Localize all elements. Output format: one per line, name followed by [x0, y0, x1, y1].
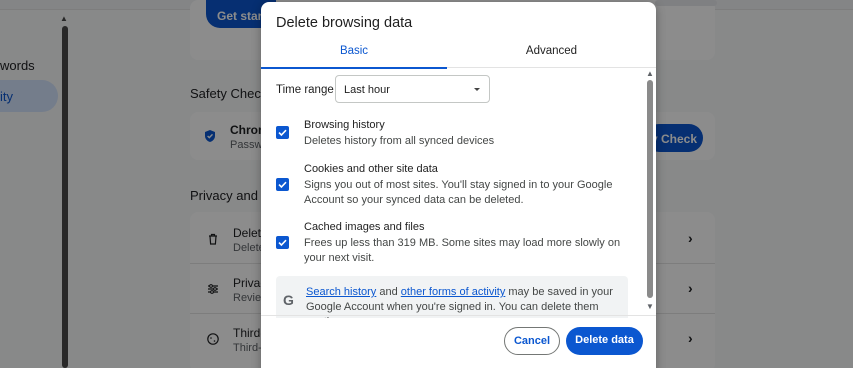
option-title: Cookies and other site data [304, 163, 438, 175]
dropdown-caret-icon [474, 88, 480, 91]
time-range-value: Last hour [344, 84, 390, 96]
google-logo-icon: G [283, 292, 294, 308]
cookies-checkbox[interactable] [276, 178, 289, 191]
search-history-link[interactable]: Search history [306, 286, 376, 298]
tab-advanced[interactable]: Advanced [447, 40, 656, 68]
delete-browsing-data-dialog: Delete browsing data Basic Advanced Time… [261, 2, 656, 368]
tab-bar: Basic Advanced [261, 40, 656, 69]
info-text: Search history and other forms of activi… [306, 285, 626, 318]
delete-data-button[interactable]: Delete data [566, 327, 643, 355]
footer-divider [261, 315, 656, 316]
info-and-text: and [376, 286, 401, 298]
cancel-button[interactable]: Cancel [504, 327, 560, 355]
dialog-scroll-down-icon[interactable]: ▼ [646, 302, 654, 311]
other-activity-link[interactable]: other forms of activity [401, 286, 506, 298]
option-description: Frees up less than 319 MB. Some sites ma… [304, 237, 621, 264]
option-title: Browsing history [304, 119, 385, 131]
browsing-history-checkbox[interactable] [276, 126, 289, 139]
option-description: Deletes history from all synced devices [304, 135, 495, 147]
tab-basic[interactable]: Basic [261, 40, 447, 69]
google-activity-info-box: G Search history and other forms of acti… [276, 276, 628, 318]
dialog-content: Time range Last hour Browsing history De… [261, 68, 656, 318]
checkmark-icon [278, 129, 287, 137]
dialog-title: Delete browsing data [276, 15, 413, 31]
checkmark-icon [278, 181, 287, 189]
dialog-scroll-up-icon[interactable]: ▲ [646, 69, 654, 78]
time-range-select[interactable]: Last hour [335, 75, 490, 103]
time-range-label: Time range [276, 84, 334, 96]
option-description: Signs you out of most sites. You'll stay… [304, 179, 613, 206]
checkmark-icon [278, 239, 287, 247]
dialog-scrollbar-thumb[interactable] [647, 80, 653, 298]
option-title: Cached images and files [304, 221, 425, 233]
cache-checkbox[interactable] [276, 236, 289, 249]
